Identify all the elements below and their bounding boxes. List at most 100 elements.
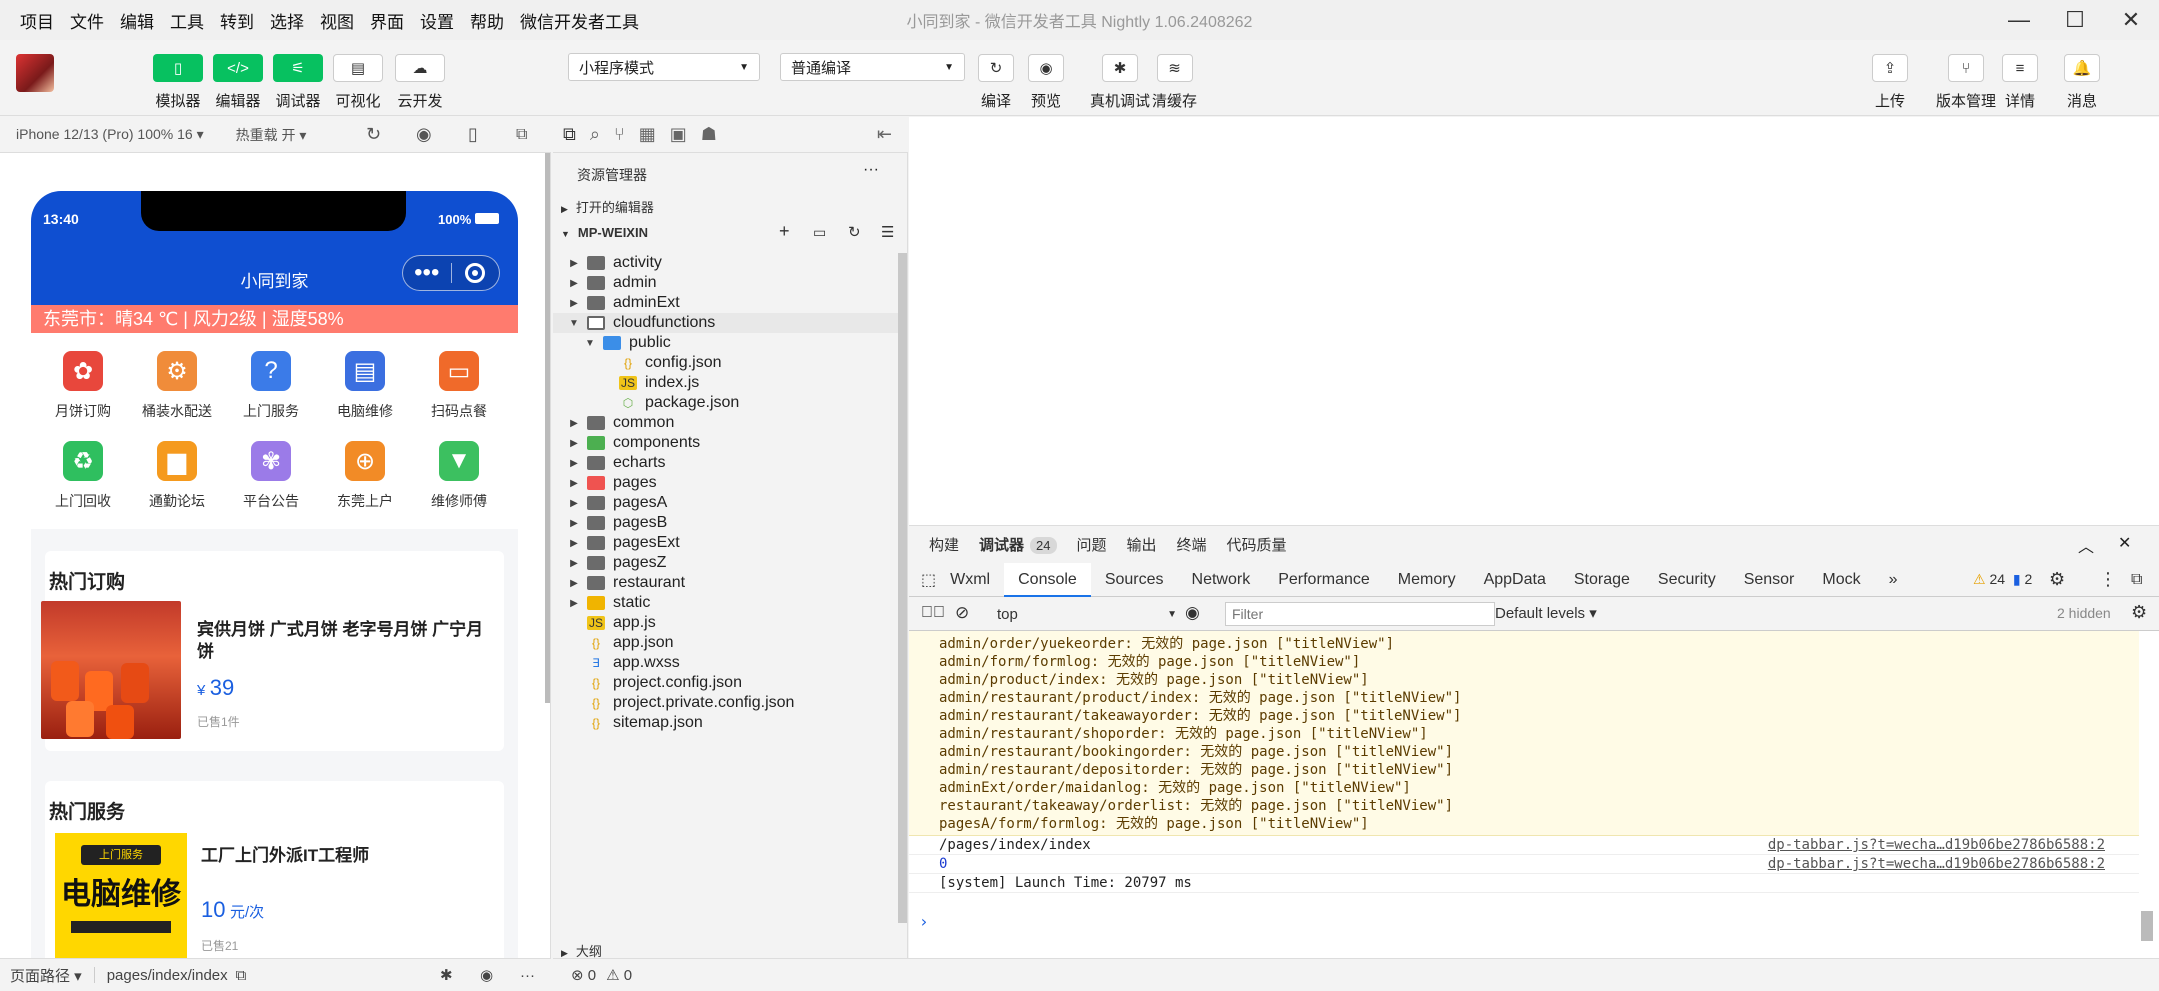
panel-tab-memory[interactable]: Memory — [1384, 563, 1470, 597]
new-file-icon[interactable]: + — [779, 221, 790, 242]
tree-item-project-config-json[interactable]: {} project.config.json — [553, 673, 898, 693]
tree-item-pagesA[interactable]: ▶ pagesA — [553, 493, 898, 513]
console-scrollbar[interactable] — [2141, 911, 2153, 941]
panel-tab-console[interactable]: Console — [1004, 562, 1091, 597]
toolbar-menu-button[interactable]: ≡ 详情 — [2002, 54, 2038, 111]
menu-item[interactable]: 选择 — [264, 8, 310, 33]
copy-icon[interactable]: ⧉ — [236, 967, 247, 984]
more-dots-icon[interactable]: ••• — [403, 261, 451, 285]
refresh-icon[interactable]: ↻ — [848, 223, 861, 241]
detach-window-icon[interactable]: ⧉ — [516, 126, 527, 144]
panel-tab-storage[interactable]: Storage — [1560, 563, 1644, 597]
stop-icon[interactable]: ◉ — [416, 124, 432, 145]
maximize-button[interactable]: ☐ — [2047, 0, 2103, 40]
phone-icon[interactable]: ▯ — [468, 124, 478, 145]
menu-item[interactable]: 文件 — [64, 8, 110, 33]
warning-count[interactable]: ⚠ 24 ▮ 2 — [1973, 571, 2032, 588]
grid-item[interactable]: ⊕ 东莞上户 — [320, 441, 410, 511]
eye-icon[interactable]: ◉ — [1185, 603, 1200, 623]
devtools-tab[interactable]: 构建 — [929, 534, 959, 555]
close-miniprogram-icon[interactable] — [451, 263, 499, 283]
error-status[interactable]: ⊗ 0 — [571, 966, 596, 984]
more-horizontal-icon[interactable]: ··· — [520, 967, 535, 984]
toolbar-eye-button[interactable]: ◉ 预览 — [1028, 54, 1064, 111]
panel-tab-network[interactable]: Network — [1178, 563, 1265, 597]
tree-item-app-js[interactable]: JS app.js — [553, 613, 898, 633]
grid-item[interactable]: ✾ 平台公告 — [226, 441, 316, 511]
panel-tab-security[interactable]: Security — [1644, 563, 1730, 597]
tree-item-restaurant[interactable]: ▶ restaurant — [553, 573, 898, 593]
compile-select[interactable]: 普通编译 ▼ — [780, 53, 965, 81]
tree-item-index-js[interactable]: JS index.js — [553, 373, 898, 393]
log-levels-select[interactable]: Default levels ▾ — [1495, 604, 1597, 622]
toolbar-phone-button[interactable]: ▯ 模拟器 — [153, 54, 203, 111]
panel-tab-wxml[interactable]: Wxml — [936, 563, 1004, 597]
devtools-tab[interactable]: 代码质量 — [1227, 534, 1287, 555]
menu-item[interactable]: 视图 — [314, 8, 360, 33]
grid-item[interactable]: ♻ 上门回收 — [38, 441, 128, 511]
mode-select[interactable]: 小程序模式 ▼ — [568, 53, 760, 81]
tree-item-adminExt[interactable]: ▶ adminExt — [553, 293, 898, 313]
grid-item[interactable]: ▼ 维修师傅 — [414, 441, 504, 511]
collapse-devtools-icon[interactable]: ︿ — [2078, 533, 2094, 557]
toolbar-bug-button[interactable]: ✱ 真机调试 — [1090, 54, 1150, 111]
service-name[interactable]: 工厂上门外派IT工程师 — [201, 841, 369, 866]
panel-tab-sources[interactable]: Sources — [1091, 563, 1178, 597]
docker-icon[interactable]: ☗ — [701, 124, 717, 145]
capsule-menu[interactable]: ••• — [402, 255, 500, 291]
minimize-button[interactable]: — — [1991, 0, 2047, 40]
bug-icon[interactable]: ✱ — [440, 966, 453, 984]
close-window-button[interactable]: ✕ — [2103, 0, 2159, 40]
menu-item[interactable]: 微信开发者工具 — [514, 8, 645, 33]
grid-item[interactable]: ⚙ 桶装水配送 — [132, 351, 222, 421]
project-section[interactable]: ▼ MP-WEIXIN + ▭ ↻ ☰ — [561, 221, 901, 241]
devtools-tab[interactable]: 输出 — [1127, 534, 1157, 555]
tree-item-pagesExt[interactable]: ▶ pagesExt — [553, 533, 898, 553]
menu-item[interactable]: 设置 — [414, 8, 460, 33]
collapse-all-icon[interactable]: ☰ — [881, 223, 894, 241]
tree-item-app-json[interactable]: {} app.json — [553, 633, 898, 653]
clear-console-icon[interactable]: ⊘ — [955, 603, 969, 623]
tree-item-admin[interactable]: ▶ admin — [553, 273, 898, 293]
menu-item[interactable]: 界面 — [364, 8, 410, 33]
console-source-link[interactable]: dp-tabbar.js?t=wecha…d19b06be2786b6588:2 — [1768, 837, 2105, 853]
preview-eye-icon[interactable]: ◉ — [480, 966, 493, 984]
tree-item-cloudfunctions[interactable]: ▼ cloudfunctions — [553, 313, 898, 333]
console-filter-input[interactable] — [1225, 602, 1495, 626]
sidebar-toggle-icon[interactable]: ▶⃞ — [921, 604, 945, 622]
simulator-scrollbar[interactable] — [545, 153, 550, 703]
tree-item-static[interactable]: ▶ static — [553, 593, 898, 613]
close-devtools-icon[interactable]: ✕ — [2118, 533, 2131, 553]
dock-icon[interactable]: ⧉ — [2131, 571, 2142, 589]
new-folder-icon[interactable]: ▭ — [813, 224, 826, 241]
hot-reload-select[interactable]: 热重载 开 ▾ — [236, 125, 307, 145]
toolbar-layout-button[interactable]: ▤ 可视化 — [333, 54, 383, 111]
tree-item-pagesB[interactable]: ▶ pagesB — [553, 513, 898, 533]
devtools-tab[interactable]: 调试器 24 — [979, 534, 1057, 555]
source-control-icon[interactable]: ⑂ — [614, 124, 625, 145]
more-tabs-icon[interactable]: » — [1889, 571, 1898, 589]
product-name[interactable]: 宾供月饼 广式月饼 老字号月饼 广宁月饼 — [197, 619, 497, 663]
toolbar-cloud-button[interactable]: ☁ 云开发 — [395, 54, 445, 111]
tree-item-common[interactable]: ▶ common — [553, 413, 898, 433]
toolbar-upload-button[interactable]: ⇪ 上传 — [1872, 54, 1908, 111]
menu-item[interactable]: 编辑 — [114, 8, 160, 33]
menu-item[interactable]: 工具 — [164, 8, 210, 33]
tree-item-public[interactable]: ▼ public — [553, 333, 898, 353]
inspect-element-icon[interactable]: ⬚ — [921, 570, 936, 590]
grid-item[interactable]: ▆ 通勤论坛 — [132, 441, 222, 511]
explorer-scrollbar[interactable] — [898, 253, 907, 923]
settings-gear-icon[interactable]: ⚙ — [2049, 569, 2065, 590]
tree-item-pagesZ[interactable]: ▶ pagesZ — [553, 553, 898, 573]
open-editors-section[interactable]: ▶ 打开的编辑器 — [561, 197, 654, 216]
collapse-panel-icon[interactable]: ⇤ — [877, 124, 892, 145]
extensions-icon[interactable]: ▦ — [639, 124, 656, 145]
menu-item[interactable]: 帮助 — [464, 8, 510, 33]
panel-tab-sensor[interactable]: Sensor — [1730, 563, 1809, 597]
rotate-icon[interactable]: ↻ — [366, 124, 381, 145]
devtools-tab[interactable]: 问题 — [1077, 534, 1107, 555]
grid-item[interactable]: ▭ 扫码点餐 — [414, 351, 504, 421]
product-image[interactable] — [41, 601, 181, 739]
console-settings-icon[interactable]: ⚙ — [2131, 602, 2147, 623]
tree-item-sitemap-json[interactable]: {} sitemap.json — [553, 713, 898, 733]
